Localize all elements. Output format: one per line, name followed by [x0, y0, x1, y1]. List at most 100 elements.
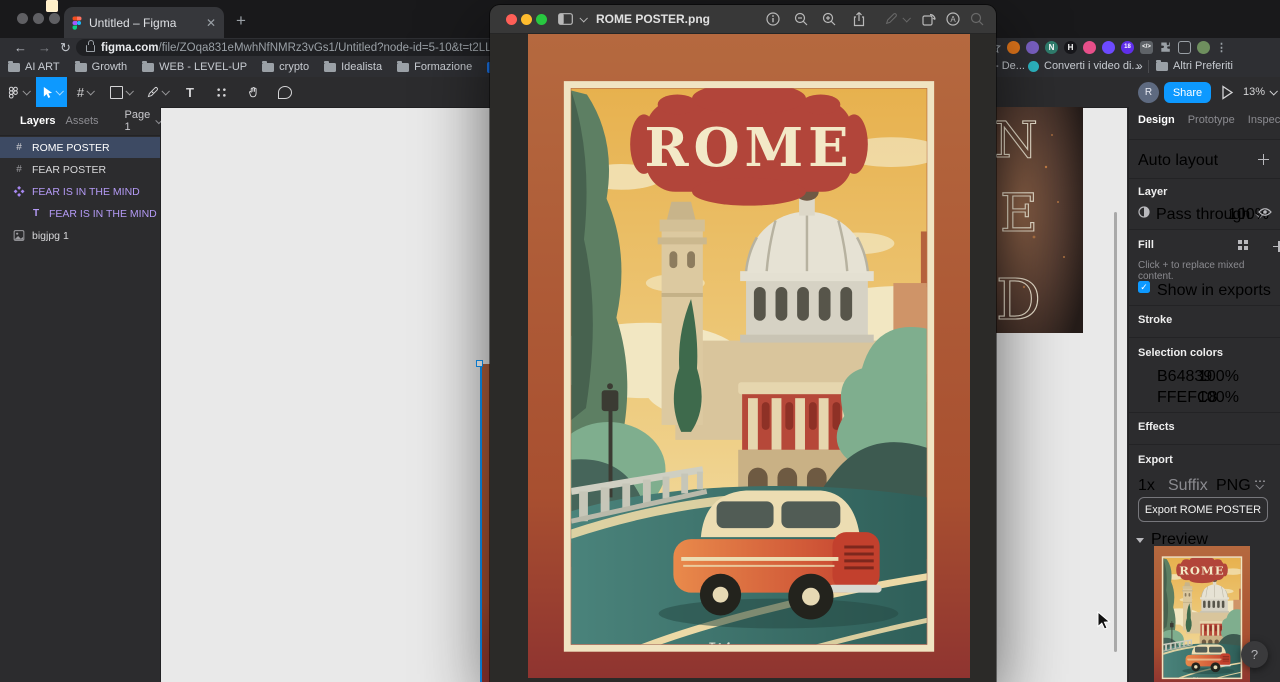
tab-inspect[interactable]: Inspect	[1248, 114, 1280, 126]
markup-pencil-icon[interactable]	[884, 12, 898, 26]
pen-tool-icon	[147, 86, 158, 97]
search-icon[interactable]	[970, 12, 984, 26]
bookmark-item[interactable]: AI ART	[8, 60, 60, 73]
user-avatar[interactable]: R	[1138, 82, 1159, 103]
frame-tool-button[interactable]: #	[67, 77, 103, 107]
window-close-button[interactable]	[17, 13, 28, 24]
present-button[interactable]	[1221, 85, 1234, 100]
window-minimize-button[interactable]	[33, 13, 44, 24]
bookmark-label: Converti i video di...	[1044, 60, 1141, 72]
rome-poster-image	[528, 33, 970, 678]
page-selector[interactable]: Page 1	[125, 109, 164, 133]
zoom-control[interactable]: 13%	[1243, 86, 1278, 98]
layer-name: FEAR IS IN THE MIND	[32, 185, 140, 198]
panel-tabs: Design Prototype Inspect	[1138, 114, 1280, 126]
color-opacity[interactable]: 100%	[1198, 389, 1239, 407]
show-in-exports-checkbox[interactable]: ✓	[1138, 281, 1150, 293]
extension-metamask-icon[interactable]	[1007, 41, 1020, 54]
extension-badge-18-icon[interactable]: 18	[1121, 41, 1134, 54]
browser-menu-icon[interactable]: ⋮	[1216, 41, 1227, 54]
rotate-icon[interactable]	[922, 12, 937, 26]
resources-tool-button[interactable]	[205, 77, 237, 107]
bookmark-item[interactable]: Formazione	[397, 60, 472, 73]
extension-purple-icon[interactable]	[1026, 41, 1039, 54]
new-tab-button[interactable]: +	[236, 12, 246, 29]
figma-logo-icon	[72, 16, 82, 30]
reload-icon[interactable]: ↻	[60, 40, 71, 55]
folder-icon	[397, 60, 410, 72]
mixed-fill-icon[interactable]	[1238, 240, 1248, 250]
visibility-eye-icon[interactable]	[1258, 207, 1272, 217]
share-button[interactable]: Share	[1164, 82, 1211, 103]
extension-n-icon[interactable]: N	[1045, 41, 1058, 54]
tab-assets[interactable]: Assets	[65, 115, 98, 127]
bookmark-label: AI ART	[25, 61, 60, 73]
extension-h-icon[interactable]: H	[1064, 41, 1077, 54]
bookmark-folder-altri[interactable]: Altri Preferiti	[1156, 59, 1233, 72]
bookmarks-overflow-icon[interactable]: »	[1136, 59, 1143, 73]
browser-tab[interactable]: Untitled – Figma ✕	[64, 7, 224, 38]
window-zoom-button[interactable]	[49, 13, 60, 24]
folder-icon	[262, 60, 275, 72]
hand-tool-button[interactable]	[237, 77, 269, 107]
fear-poster-canvas-image: N E D	[994, 107, 1083, 333]
tab-design[interactable]: Design	[1138, 114, 1175, 126]
extension-key-icon[interactable]	[1083, 41, 1096, 54]
folder-icon	[142, 60, 155, 72]
bookmark-item-cut[interactable]: - De...	[995, 60, 1025, 72]
extension-code-icon[interactable]: </>	[1140, 41, 1153, 54]
shape-tool-button[interactable]	[103, 77, 139, 107]
layer-row-fear-component[interactable]: FEAR IS IN THE MIND	[0, 181, 160, 202]
blend-mode-icon[interactable]	[1138, 206, 1150, 218]
zoom-out-icon[interactable]	[794, 12, 808, 26]
svg-text:A: A	[950, 15, 956, 24]
tab-prototype[interactable]: Prototype	[1188, 114, 1235, 126]
export-rome-poster-button[interactable]: Export ROME POSTER	[1138, 497, 1268, 522]
text-tool-icon: T	[186, 84, 194, 100]
color-opacity[interactable]: 100%	[1198, 368, 1239, 386]
sidebar-toggle-icon[interactable]	[558, 13, 573, 25]
export-more-icon[interactable]: ⋯	[1254, 474, 1267, 488]
pen-tool-button[interactable]	[139, 77, 175, 107]
layer-row-fear-text[interactable]: T FEAR IS IN THE MIND	[0, 203, 160, 224]
bookmark-item-converti[interactable]: Converti i video di...	[1028, 60, 1141, 72]
comment-tool-button[interactable]	[269, 77, 301, 107]
bookmark-item[interactable]: Idealista	[324, 60, 382, 73]
profile-avatar[interactable]	[1197, 41, 1210, 54]
color-swatch[interactable]	[46, 0, 59, 12]
bookmark-item[interactable]: Growth	[74, 60, 127, 73]
layer-row-rome-poster[interactable]: # ROME POSTER	[0, 137, 160, 158]
preview-minimize-button[interactable]	[521, 14, 532, 25]
bookmark-item[interactable]: crypto	[262, 60, 309, 73]
selection-handle[interactable]	[476, 360, 483, 367]
tab-layers[interactable]: Layers	[20, 115, 55, 127]
forward-icon[interactable]: →	[38, 40, 51, 55]
add-auto-layout-icon[interactable]	[1258, 154, 1269, 165]
extensions-puzzle-icon[interactable]	[1159, 41, 1172, 54]
layer-name: ROME POSTER	[32, 141, 110, 154]
back-icon[interactable]: ←	[14, 40, 27, 55]
tab-groups-icon[interactable]	[1178, 41, 1191, 54]
bookmark-item[interactable]: WEB - LEVEL-UP	[142, 60, 247, 73]
info-icon[interactable]	[766, 12, 780, 26]
share-icon[interactable]	[852, 11, 866, 27]
layer-row-fear-poster[interactable]: # FEAR POSTER	[0, 159, 160, 180]
export-scale-select[interactable]: 1x	[1138, 477, 1155, 495]
canvas-scrollbar[interactable]	[1114, 212, 1117, 652]
preview-file-title: ROME POSTER.png	[596, 12, 710, 26]
mouse-cursor	[1097, 611, 1111, 630]
add-fill-icon[interactable]	[1273, 241, 1280, 252]
extension-circle-icon[interactable]	[1102, 41, 1115, 54]
preview-zoom-button[interactable]	[536, 14, 547, 25]
tab-close-icon[interactable]: ✕	[206, 16, 216, 30]
main-menu-button[interactable]	[0, 77, 36, 107]
export-suffix-input[interactable]: Suffix	[1168, 477, 1208, 495]
text-tool-button[interactable]: T	[175, 77, 205, 107]
layer-row-bigjpg[interactable]: bigjpg 1	[0, 225, 160, 246]
move-tool-button[interactable]	[36, 77, 67, 107]
folder-icon	[1156, 59, 1168, 71]
help-button[interactable]: ?	[1241, 641, 1268, 668]
markup-toolbar-icon[interactable]: A	[946, 12, 960, 26]
zoom-in-icon[interactable]	[822, 12, 836, 26]
preview-close-button[interactable]	[506, 14, 517, 25]
